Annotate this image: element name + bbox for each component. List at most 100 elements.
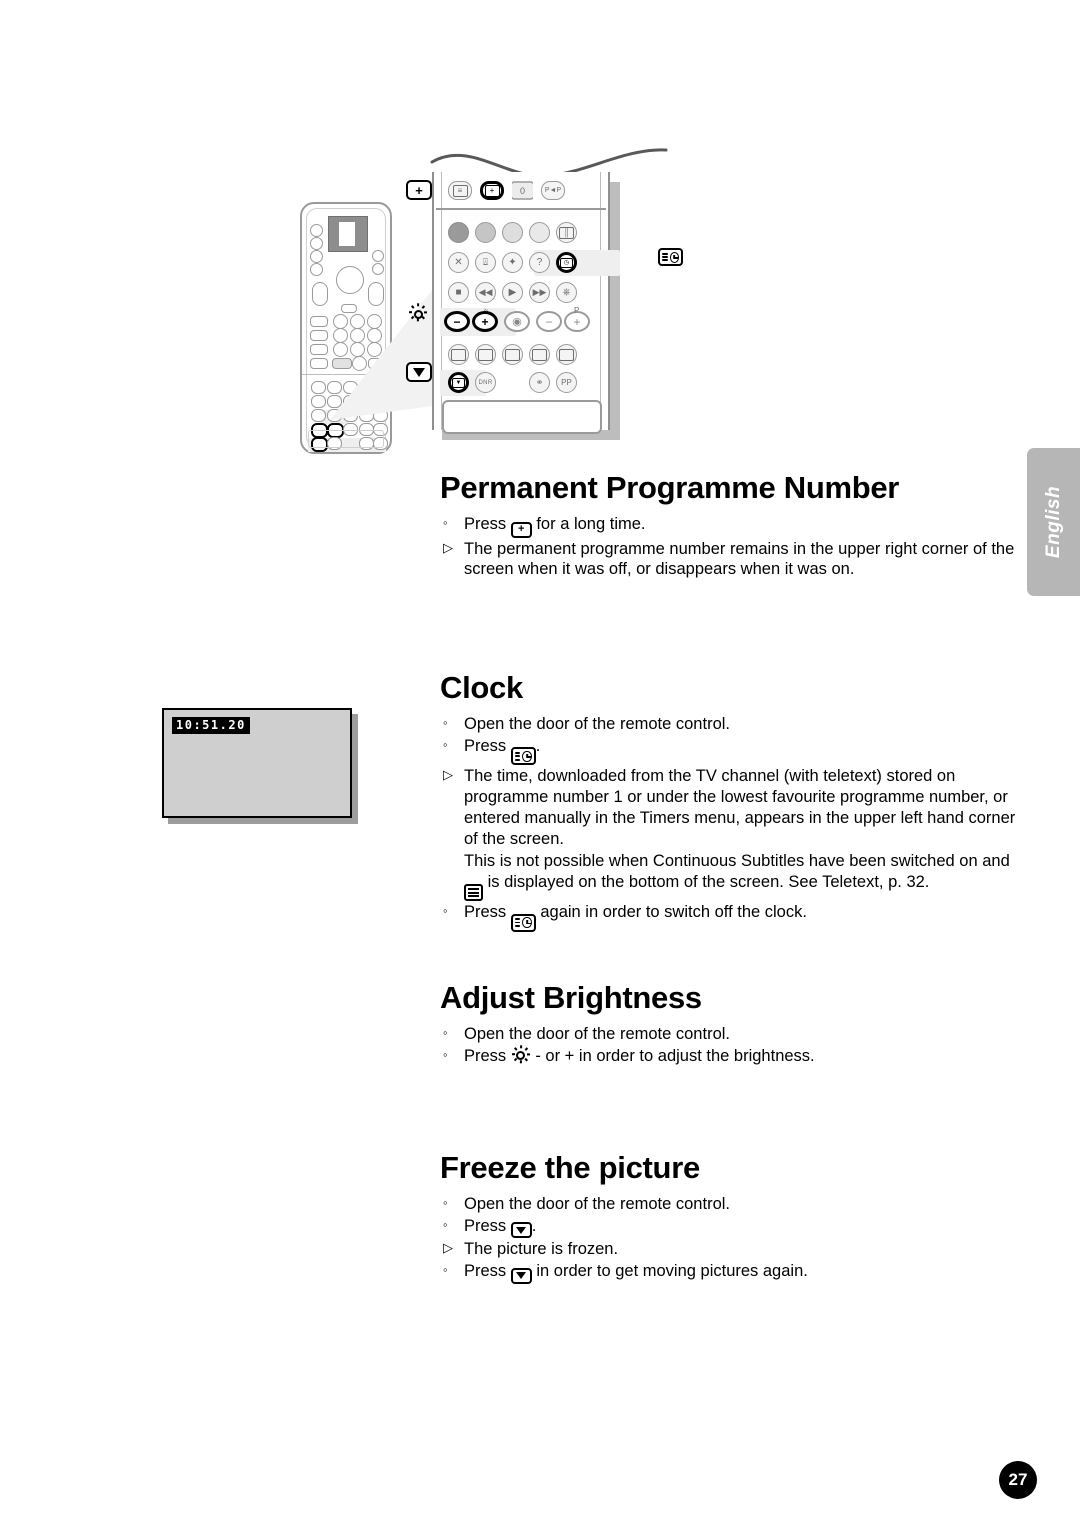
section-heading: Permanent Programme Number xyxy=(440,470,900,505)
brightness-sun-label-icon: ☼ xyxy=(482,306,490,315)
instruction-text: Press xyxy=(464,515,511,533)
clock-icon-lines xyxy=(514,752,521,761)
help-button[interactable]: ? xyxy=(529,252,550,273)
remote-separator xyxy=(436,208,606,210)
volume-button[interactable]: ◉ xyxy=(504,311,530,332)
list-marker: ▷ xyxy=(443,539,453,555)
sun-icon xyxy=(511,1045,531,1066)
play-button[interactable]: ▶ xyxy=(502,282,523,303)
format-button-2[interactable] xyxy=(475,344,496,365)
instruction-text: Press xyxy=(464,903,511,922)
section-permanent-programme-number: Permanent Programme Number ◦ Press + for a… xyxy=(440,470,1030,581)
sun-icon-ray xyxy=(519,1045,522,1049)
rewind-button[interactable]: ◀◀ xyxy=(475,282,496,303)
format-icon-2 xyxy=(478,348,493,361)
format-button-1[interactable] xyxy=(448,344,469,365)
plus-box-icon: + xyxy=(406,180,432,200)
fast-forward-button[interactable]: ▶▶ xyxy=(529,282,550,303)
colour-button-3[interactable] xyxy=(502,222,523,243)
instruction-text: The permanent programme number remains i… xyxy=(464,539,1015,579)
brightness-minus-button[interactable]: − xyxy=(444,311,470,332)
split-screen-icon: ║ xyxy=(559,226,574,239)
clock-button[interactable]: ◷ xyxy=(556,252,577,273)
format-icon-3 xyxy=(505,348,520,361)
programme-swap-button[interactable]: P◄P xyxy=(541,181,565,200)
teletext-icon: ≡ xyxy=(452,184,468,197)
list-marker: ◦ xyxy=(443,903,448,919)
page-number-badge: 27 xyxy=(999,1461,1037,1499)
instruction-text: Press xyxy=(464,1262,511,1281)
surround-button[interactable]: ⚭ xyxy=(529,372,550,393)
list-marker: ◦ xyxy=(443,515,448,530)
split-screen-button[interactable]: ║ xyxy=(556,222,577,243)
instruction-text: again in order to switch off the clock. xyxy=(535,903,807,922)
language-tab: English xyxy=(1027,448,1080,596)
callout-freeze xyxy=(406,362,432,382)
stop-button[interactable]: ■ xyxy=(448,282,469,303)
list-marker: ▷ xyxy=(443,767,453,783)
clock-box-icon xyxy=(510,913,536,932)
standby-button[interactable]: ⎈ xyxy=(556,282,577,303)
programme-p-label: P xyxy=(574,306,580,315)
zoom-connector-wedge xyxy=(330,280,440,420)
smart-picture-button[interactable]: ✦ xyxy=(502,252,523,273)
instruction-list: ◦ Open the door of the remote control. ◦ Pr… xyxy=(440,714,1030,932)
list-marker: ◦ xyxy=(443,1046,448,1062)
clock-icon: ◷ xyxy=(560,257,573,268)
permanent-number-button[interactable]: + xyxy=(480,181,504,200)
section-heading: Freeze the picture xyxy=(440,1150,700,1185)
sun-icon-ray xyxy=(513,1047,518,1051)
instruction-list: ◦ Open the door of the remote control. ◦ Pr… xyxy=(440,1194,1030,1284)
instruction-text: - or + in order to adjust the brightness… xyxy=(530,1046,815,1065)
format-button-5[interactable] xyxy=(556,344,577,365)
instruction-text: in order to get moving pictures again. xyxy=(531,1262,808,1281)
tv-screen-clock-example: 10:51.20 xyxy=(162,708,358,824)
colour-button-1[interactable] xyxy=(448,222,469,243)
instruction-text: The time, downloaded from the TV channel… xyxy=(464,767,1016,849)
instruction-item: ▷ The permanent programme number remains … xyxy=(440,539,1030,581)
teletext-button[interactable]: ≡ xyxy=(448,181,472,200)
instruction-text: Open the door of the remote control. xyxy=(464,1195,730,1213)
down-triangle-icon: ▼ xyxy=(452,377,465,388)
dnr-label: DNR xyxy=(478,379,493,386)
cancel-button[interactable]: ✕ xyxy=(448,252,469,273)
triangle-glyph xyxy=(516,1272,527,1280)
callout-clock xyxy=(658,248,683,266)
dnr-button[interactable]: DNR xyxy=(475,372,496,393)
triangle-glyph xyxy=(516,1226,527,1234)
instruction-item: ▷ The picture is frozen. xyxy=(440,1239,1030,1260)
format-icon-1 xyxy=(451,348,466,361)
callout-permanent-number: + xyxy=(406,180,432,200)
instruction-item: ◦ Press . xyxy=(440,736,1030,766)
remote-row-brightness: − + ◉ − + xyxy=(444,311,590,332)
format-button-3[interactable] xyxy=(502,344,523,365)
clock-icon-face xyxy=(522,750,532,762)
remote-enlarged-view: ≡ + 0 P◄P ║ ✕ ⍍ ✦ ? ◷ ■ ◀◀ ▶ ▶▶ ⎈ − + ◉ … xyxy=(432,172,620,440)
freeze-button[interactable]: ▼ xyxy=(448,372,469,393)
list-marker: ◦ xyxy=(443,1216,448,1232)
remote-control-illustration: ≡ + 0 P◄P ║ ✕ ⍍ ✦ ? ◷ ■ ◀◀ ▶ ▶▶ ⎈ − + ◉ … xyxy=(282,140,702,470)
colour-button-4[interactable] xyxy=(529,222,550,243)
instruction-text: The picture is frozen. xyxy=(464,1240,619,1259)
section-adjust-brightness: Adjust Brightness ◦ Open the door of the r… xyxy=(440,980,1030,1068)
remote-row-transport: ■ ◀◀ ▶ ▶▶ ⎈ xyxy=(448,282,577,303)
sun-icon-ray xyxy=(524,1047,528,1051)
sun-icon xyxy=(408,303,428,324)
programme-minus-button[interactable]: − xyxy=(536,311,562,332)
pp-button[interactable]: PP xyxy=(556,372,577,393)
remote-rail xyxy=(600,172,601,430)
instruction-item: ◦ Press in order to get moving pictures a… xyxy=(440,1261,1030,1284)
instruction-text: for a long time. xyxy=(531,515,646,533)
zero-button[interactable]: 0 xyxy=(512,180,533,201)
section-heading: Clock xyxy=(440,670,523,705)
instruction-item: ▷ The time, downloaded from the TV channe… xyxy=(440,766,1030,850)
remote-row-top: ≡ + 0 P◄P xyxy=(448,180,565,201)
list-marker: ◦ xyxy=(443,736,448,752)
svg-text:0: 0 xyxy=(520,186,525,196)
down-triangle-box-icon xyxy=(510,1267,532,1284)
list-marker: ◦ xyxy=(443,715,448,730)
subtitle-button[interactable]: ⍍ xyxy=(475,252,496,273)
instruction-item: ◦ Open the door of the remote control. xyxy=(440,1024,1030,1045)
colour-button-2[interactable] xyxy=(475,222,496,243)
format-button-4[interactable] xyxy=(529,344,550,365)
